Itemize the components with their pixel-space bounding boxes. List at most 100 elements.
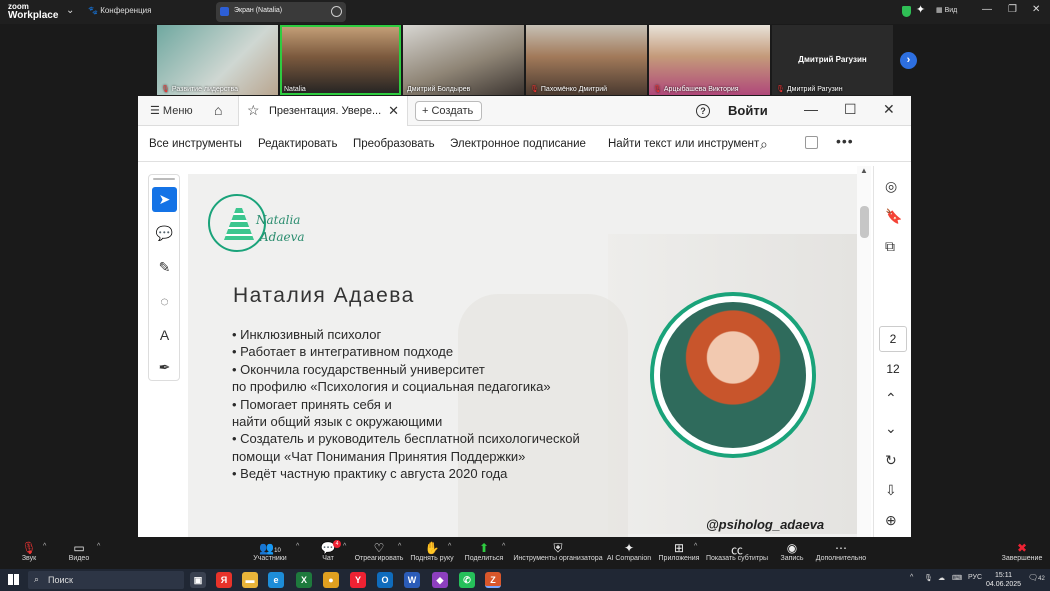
participant-tile[interactable]: 🎙 Арцыбашева Виктория [649, 25, 770, 95]
video-options-caret[interactable]: ^ [97, 543, 100, 550]
more-icon[interactable]: ••• [836, 133, 854, 149]
share-caret[interactable]: ^ [502, 543, 505, 550]
participant-tile[interactable]: Дмитрий Болдырев [403, 25, 524, 95]
ai-spark-icon[interactable]: ✦ [916, 3, 925, 16]
screen-share-pill[interactable]: Экран (Natalia) [216, 2, 346, 22]
close-icon[interactable]: ✕ [883, 101, 895, 118]
captions-button[interactable]: ㏄ Показать субтитры [704, 541, 770, 562]
comment-icon[interactable]: 💬 [152, 221, 177, 246]
pages-icon[interactable]: ⧉ [885, 238, 895, 255]
home-icon[interactable]: ⌂ [214, 102, 222, 118]
participants-caret[interactable]: ^ [296, 543, 299, 550]
video-button[interactable]: ▭ Видео [64, 541, 94, 562]
conference-button[interactable]: 🐾 Конференция [88, 6, 151, 15]
language-indicator[interactable]: РУС [968, 574, 982, 581]
comments-panel-icon[interactable]: ◎ [885, 178, 897, 195]
find-tool-link[interactable]: Найти текст или инструмент [608, 138, 759, 150]
next-participants-button[interactable]: › [900, 52, 917, 69]
minimize-icon[interactable]: — [982, 4, 992, 15]
vertical-scrollbar[interactable]: ▲ [857, 166, 871, 537]
scroll-thumb[interactable] [860, 206, 869, 238]
refresh-icon[interactable]: ↻ [885, 452, 897, 469]
apps-caret[interactable]: ^ [694, 543, 697, 550]
bullet-line: • Ведёт частную практику с августа 2020 … [232, 466, 508, 482]
audio-options-caret[interactable]: ^ [43, 543, 46, 550]
edge-icon[interactable]: e [268, 572, 284, 588]
participant-tile[interactable]: 🎙 Развитие лидерства [157, 25, 278, 95]
whatsapp-icon[interactable]: ✆ [459, 572, 475, 588]
zoom-taskbar-icon[interactable]: Z [485, 572, 501, 588]
file-explorer-icon[interactable]: ▬ [242, 572, 258, 588]
search-icon[interactable]: ⌕ [760, 136, 768, 153]
outlook-icon[interactable]: O [377, 572, 393, 588]
view-button[interactable]: ▦ Вид [936, 6, 957, 14]
convert-link[interactable]: Преобразовать [353, 138, 435, 150]
participant-tile-video-off[interactable]: Дмитрий Рагузин 🎙 Дмитрий Рагузин [772, 25, 893, 95]
sign-pen-icon[interactable]: ✒ [152, 355, 177, 380]
close-icon[interactable]: ✕ [1032, 4, 1040, 15]
prev-page-icon[interactable]: ⌃ [885, 390, 897, 407]
highlight-pen-icon[interactable]: ✎ [152, 255, 177, 280]
host-tools-button[interactable]: ⛨ Инструменты организатора [512, 541, 604, 562]
view-label: Вид [944, 7, 958, 14]
yandex-icon[interactable]: Я [216, 572, 232, 588]
bookmarks-icon[interactable]: 🔖 [885, 208, 902, 225]
participants-button[interactable]: 👥10 Участники [248, 541, 292, 562]
participants-icon: 👥10 [259, 541, 281, 555]
all-tools-link[interactable]: Все инструменты [149, 138, 242, 150]
save-icon[interactable] [805, 136, 818, 149]
record-button[interactable]: ◉ Запись [776, 541, 808, 562]
participant-tile-active[interactable]: Natalia [280, 25, 401, 95]
document-tab[interactable]: ☆ Презентация. Увере... ✕ [238, 96, 408, 126]
raise-hand-caret[interactable]: ^ [448, 543, 451, 550]
slide-title: Наталия Адаева [233, 284, 415, 307]
rail-grip[interactable] [153, 178, 175, 180]
create-button[interactable]: + Создать [415, 101, 482, 121]
next-page-icon[interactable]: ⌄ [885, 420, 897, 437]
share-button[interactable]: ⬆ Поделиться [462, 541, 506, 562]
zoom-in-icon[interactable]: ⊕ [885, 512, 897, 529]
minimize-share-icon[interactable] [331, 6, 342, 17]
chrome-icon[interactable]: ● [323, 572, 339, 588]
participant-tile[interactable]: 🎙 Пахомёнко Дмитрий [526, 25, 647, 95]
select-cursor-icon[interactable]: ➤ [152, 187, 177, 212]
draw-lasso-icon[interactable]: ◌ [152, 289, 177, 314]
restore-icon[interactable]: ❐ [1008, 4, 1017, 15]
star-icon[interactable]: ☆ [247, 102, 260, 119]
scroll-up-icon[interactable]: ▲ [860, 166, 868, 175]
clock[interactable]: 15:11 04.06.2025 [986, 571, 1021, 589]
end-icon: ✖ [1016, 541, 1028, 555]
maximize-icon[interactable]: ☐ [844, 101, 857, 118]
notifications-icon[interactable]: 🗨42 [1028, 573, 1045, 582]
text-box-icon[interactable]: A [152, 323, 177, 348]
close-tab-icon[interactable]: ✕ [388, 103, 399, 119]
word-icon[interactable]: W [404, 572, 420, 588]
react-caret[interactable]: ^ [398, 543, 401, 550]
taskbar-search[interactable]: ⌕ Поиск [28, 571, 184, 589]
export-icon[interactable]: ⇩ [885, 482, 897, 499]
more-button[interactable]: ⋯ Дополнительно [812, 541, 870, 562]
app-icon[interactable]: ◆ [432, 572, 448, 588]
help-icon[interactable]: ? [696, 104, 710, 118]
windows-start-icon[interactable] [8, 574, 19, 585]
login-button[interactable]: Войти [728, 103, 768, 118]
conference-label: Конференция [100, 6, 152, 15]
cloud-icon[interactable]: ☁ [938, 574, 945, 582]
menu-button[interactable]: ☰ Меню [150, 104, 193, 117]
excel-icon[interactable]: X [296, 572, 312, 588]
end-meeting-button[interactable]: ✖ Завершение [1000, 541, 1044, 562]
tray-chevron-icon[interactable]: ^ [910, 574, 913, 581]
yandex-browser-icon[interactable]: Y [350, 572, 366, 588]
keyboard-icon[interactable]: ⌨ [952, 574, 962, 582]
chat-caret[interactable]: ^ [343, 543, 346, 550]
minimize-icon[interactable]: — [804, 101, 818, 117]
task-view-icon[interactable]: ▣ [190, 572, 206, 588]
security-shield-icon[interactable] [902, 6, 911, 17]
edit-link[interactable]: Редактировать [258, 138, 337, 150]
mic-tray-icon[interactable]: 🎙 [924, 574, 933, 582]
chevron-down-icon[interactable]: ⌄ [66, 5, 74, 16]
current-page-input[interactable]: 2 [879, 326, 907, 352]
audio-button[interactable]: 🎙 Звук [14, 541, 44, 562]
ai-companion-button[interactable]: ✦ AI Companion [606, 541, 652, 562]
esign-link[interactable]: Электронное подписание [450, 138, 586, 150]
